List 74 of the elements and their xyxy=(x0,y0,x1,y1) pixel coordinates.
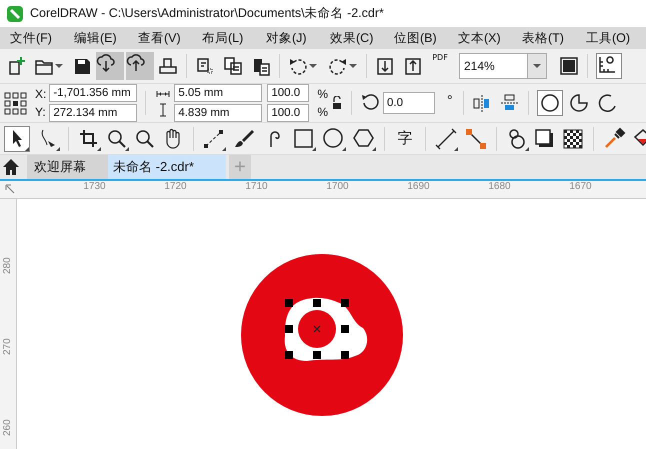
rectangle-icon[interactable] xyxy=(292,126,316,150)
caret-icon[interactable] xyxy=(54,61,64,71)
import-icon[interactable] xyxy=(375,56,395,76)
caret-icon[interactable] xyxy=(348,61,358,71)
pointer-icon[interactable] xyxy=(4,126,30,152)
document-tab[interactable]: 未命名 -2.cdr* xyxy=(108,155,226,179)
document-tab[interactable]: 欢迎屏幕 xyxy=(27,155,108,179)
cloud-upload-icon[interactable] xyxy=(126,52,154,80)
reference-point-icon[interactable] xyxy=(4,92,27,114)
hexagon-icon[interactable] xyxy=(352,126,376,150)
height-field[interactable]: 4.839 mm xyxy=(174,104,262,122)
home-icon[interactable] xyxy=(1,157,21,177)
checkerboard-icon[interactable] xyxy=(561,126,585,150)
y-label: Y: xyxy=(35,104,46,120)
ruler-label: 270 xyxy=(3,338,13,358)
pie-icon[interactable] xyxy=(568,93,589,113)
scale-x-field[interactable]: 100.0 xyxy=(267,84,310,102)
paste-document-icon[interactable] xyxy=(251,56,271,76)
scale-y-field[interactable]: 100.0 xyxy=(267,104,310,122)
ruler-label: 260 xyxy=(3,418,13,438)
fullscreen-icon[interactable] xyxy=(559,56,579,76)
lock-icon[interactable] xyxy=(331,96,344,110)
app-logo-icon xyxy=(6,4,24,22)
cloud-download-icon[interactable] xyxy=(96,52,124,80)
mirror-horizontal-icon[interactable] xyxy=(472,93,492,113)
ruler-origin-icon xyxy=(4,183,16,195)
printer-icon[interactable] xyxy=(158,56,178,76)
ruler-label: 1710 xyxy=(244,181,269,193)
text-tool[interactable]: 字 xyxy=(393,129,417,148)
ruler-label: 1670 xyxy=(568,181,593,193)
save-icon[interactable] xyxy=(72,56,92,76)
window-title: CorelDRAW - C:\Users\Administrator\Documents\未命名 -2.cdr* xyxy=(30,5,384,22)
menu-item[interactable]: 布局(L) xyxy=(196,30,260,46)
mirror-vertical-icon[interactable] xyxy=(500,93,520,113)
pdf-export-button[interactable]: PDF xyxy=(429,53,451,79)
width-icon xyxy=(156,90,170,98)
export-icon[interactable] xyxy=(403,56,423,76)
menu-item[interactable]: 效果(C) xyxy=(324,30,388,46)
menu-item[interactable]: 文件(F) xyxy=(4,30,68,46)
redo-icon[interactable] xyxy=(328,56,348,76)
dimension-icon[interactable] xyxy=(434,126,458,150)
caret-icon[interactable] xyxy=(308,61,318,71)
selection-handles[interactable] xyxy=(285,299,349,359)
menu-item[interactable]: 对象(J) xyxy=(260,30,324,46)
copy-document-icon[interactable] xyxy=(223,56,243,76)
ruler-label: 1690 xyxy=(406,181,431,193)
connector-icon[interactable] xyxy=(464,126,488,150)
menu-item[interactable]: 位图(B) xyxy=(388,30,452,46)
ellipse-tool-icon[interactable] xyxy=(322,126,346,150)
ruler-label: 1700 xyxy=(325,181,350,193)
menu-item[interactable]: 编辑(E) xyxy=(68,30,132,46)
x-position-field[interactable]: -1,701.356 mm xyxy=(49,84,138,102)
width-field[interactable]: 5.05 mm xyxy=(174,84,262,102)
x-label: X: xyxy=(35,86,46,102)
ruler-label: 1680 xyxy=(487,181,512,193)
arc-icon[interactable] xyxy=(596,93,617,113)
percent-label: % xyxy=(317,86,328,102)
menu-item[interactable]: 工具(O) xyxy=(580,30,644,46)
undo-icon[interactable] xyxy=(288,56,308,76)
zoom-dropdown[interactable]: 214% xyxy=(459,53,547,79)
height-icon xyxy=(159,102,168,116)
menu-item[interactable]: 表格(T) xyxy=(516,30,580,46)
menu-item[interactable]: 文本(X) xyxy=(452,30,516,46)
ruler-label: 280 xyxy=(3,256,13,276)
degree-label: ° xyxy=(447,92,453,108)
y-position-field[interactable]: 272.134 mm xyxy=(49,104,138,122)
ruler-settings-icon[interactable] xyxy=(596,53,622,79)
ruler-label: 1720 xyxy=(163,181,188,193)
ruler-label: 1730 xyxy=(82,181,107,193)
percent-label: % xyxy=(317,104,328,120)
rotation-field[interactable]: 0.0 xyxy=(383,92,436,114)
caret-icon[interactable] xyxy=(532,61,542,71)
center-mark-icon xyxy=(313,325,321,333)
menu-item[interactable]: 查看(V) xyxy=(132,30,196,46)
